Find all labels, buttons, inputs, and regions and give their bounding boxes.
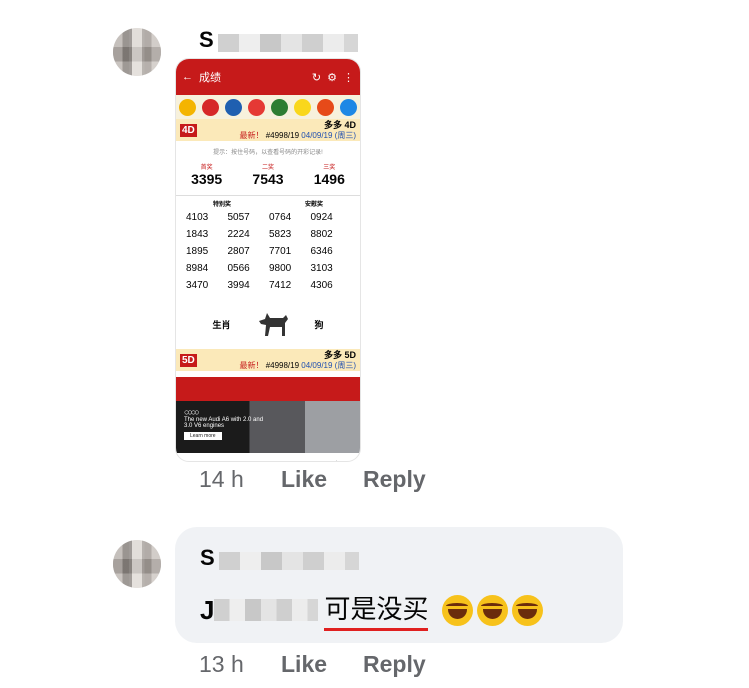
draw-date: 04/09/19 (周三): [301, 130, 356, 140]
gear-icon: ⚙: [327, 71, 337, 84]
prize-number: 1496: [313, 171, 345, 187]
hint-text: 提示：按住号码，以查看号码的开彩记录!: [213, 150, 323, 156]
comment-text: J 可是没买: [200, 589, 544, 631]
menu-icon: ⇟: [333, 459, 341, 462]
author-name-blurred: [219, 551, 360, 570]
draw-number: #4998/19: [265, 130, 300, 140]
game-header-4d: 4D 多多 4D 最新！ #4998/19 04/09/19 (周三): [176, 119, 360, 141]
game-header-5d: 5D 多多 5D 最新！ #4998/19 04/09/19 (周三): [176, 349, 360, 371]
dog-icon: [258, 313, 288, 336]
reply-button[interactable]: Reply: [363, 466, 426, 493]
refresh-icon: ↻: [311, 71, 322, 84]
reply-button[interactable]: Reply: [363, 651, 426, 678]
laughing-tears-emoji-icon: [477, 594, 509, 626]
prize-label: 首奖: [200, 165, 213, 171]
ad-text: The new Audi A6 with 2.0 and 3.0 V6 engi…: [184, 417, 264, 429]
timestamp[interactable]: 13 h: [199, 651, 281, 678]
back-arrow-icon: ←: [182, 71, 193, 83]
ad-button: Learn more: [184, 432, 222, 440]
top-prizes: 首奖 3395 二奖 7543 三奖 1496: [176, 162, 360, 187]
zodiac-row: 生肖 狗: [176, 309, 360, 339]
app-title: 成绩: [199, 72, 221, 84]
author-initial: S: [199, 27, 214, 52]
avatar[interactable]: [113, 540, 161, 588]
more-icon: ⋮: [343, 71, 354, 84]
zodiac-label: 生肖: [212, 319, 231, 330]
comment-author[interactable]: S: [199, 27, 359, 53]
comment-actions: 13 h Like Reply: [199, 651, 462, 678]
zodiac-value: 狗: [314, 319, 324, 330]
like-button[interactable]: Like: [281, 651, 327, 678]
timestamp[interactable]: 14 h: [199, 466, 281, 493]
logo-5d: 5D: [180, 353, 197, 367]
lottery-logo-row: [176, 95, 360, 119]
like-button[interactable]: Like: [281, 466, 327, 493]
special-prize-label: 特别奖: [212, 202, 231, 208]
prize-label: 二奖: [261, 165, 274, 171]
audi-rings-icon: ○○○○: [184, 407, 200, 417]
comment-actions: 14 h Like Reply: [199, 466, 462, 493]
number-grid: 4103 5057 0764 0924 1843 2224 5823 8802 1895 28…: [186, 212, 333, 291]
laughing-tears-emoji-icon: [512, 594, 544, 626]
author-initial: S: [200, 545, 215, 570]
attachment-image[interactable]: ← 成绩 ↻ ⚙ ⋮ 4D 多多 4D 最新！ #4998/19 04/09/1…: [175, 58, 361, 462]
consolation-prize-label: 安慰奖: [304, 202, 323, 208]
app-bottom-bar: [176, 377, 360, 401]
game-name: 多多 4D: [323, 119, 356, 130]
comment-author[interactable]: S: [200, 545, 360, 571]
back-icon: ◁: [286, 459, 293, 462]
comment-bubble: S J 可是没买: [175, 527, 623, 643]
home-icon: ○: [241, 459, 246, 461]
game-name: 多多 5D: [323, 349, 356, 360]
prize-subheaders: 特别奖 安慰奖: [176, 195, 360, 208]
prize-number: 3395: [191, 171, 223, 187]
prize-number: 7543: [252, 171, 284, 187]
avatar[interactable]: [113, 28, 161, 76]
mention-name-blurred[interactable]: [214, 599, 319, 621]
recents-icon: □: [196, 459, 201, 461]
app-header: ← 成绩 ↻ ⚙ ⋮: [176, 59, 360, 95]
mention-initial[interactable]: J: [200, 595, 214, 626]
comment-body: 可是没买: [324, 589, 429, 631]
laughing-tears-emoji-icon: [442, 594, 474, 626]
prize-label: 三奖: [323, 165, 336, 171]
author-name-blurred: [218, 33, 359, 52]
latest-label: 最新！: [239, 130, 264, 140]
logo-4d: 4D: [180, 123, 197, 137]
ad-banner: ○○○○ The new Audi A6 with 2.0 and 3.0 V6…: [176, 401, 360, 453]
android-nav-bar: □ ○ ◁ ⇟: [176, 453, 360, 462]
